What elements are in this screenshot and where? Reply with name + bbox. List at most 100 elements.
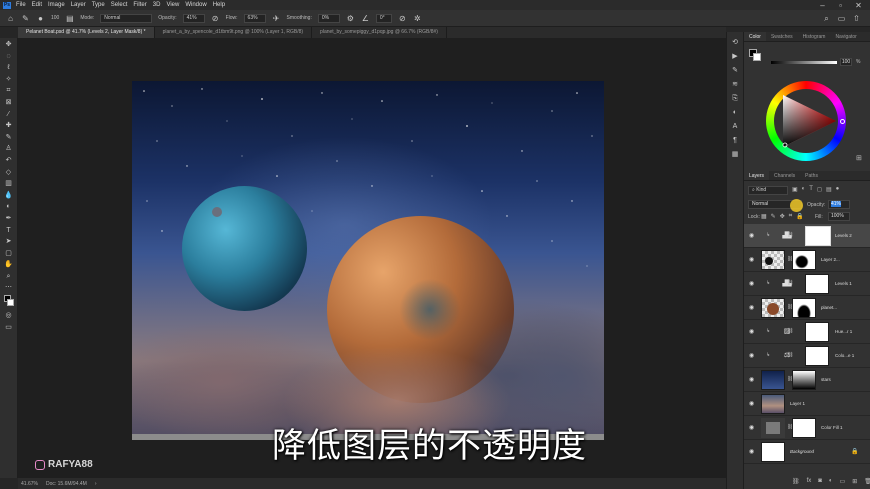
eyedropper-tool-icon[interactable]: ⁄ xyxy=(4,110,14,120)
libraries-icon[interactable]: ▦ xyxy=(731,150,740,159)
menu-layer[interactable]: Layer xyxy=(71,2,86,8)
layer-row-background[interactable]: ◉ Background 🔒 xyxy=(744,440,870,464)
smart-object-filter-icon[interactable]: ▤ xyxy=(826,186,832,193)
document-canvas[interactable] xyxy=(132,81,604,440)
clone-source-icon[interactable]: ⎘ xyxy=(731,94,740,103)
brightness-slider[interactable] xyxy=(771,61,837,64)
layer-mask-thumbnail[interactable] xyxy=(792,418,816,438)
mask-link-icon[interactable]: ⛓ xyxy=(787,280,793,286)
blur-tool-icon[interactable]: 💧 xyxy=(4,191,14,201)
flow-input[interactable]: 63% xyxy=(243,13,266,23)
shape-tool-icon[interactable]: ▢ xyxy=(4,249,14,259)
tab-layers[interactable]: Layers xyxy=(744,171,770,180)
crop-tool-icon[interactable]: ⌗ xyxy=(4,86,14,96)
zoom-level[interactable]: 41.67% xyxy=(21,481,38,487)
quick-mask-icon[interactable]: ◎ xyxy=(4,311,14,321)
menu-image[interactable]: Image xyxy=(48,2,65,8)
layer-opacity-input[interactable]: 41% xyxy=(828,200,850,209)
visibility-eye-icon[interactable]: ◉ xyxy=(749,352,754,359)
search-icon[interactable]: ⌕ xyxy=(822,14,831,23)
lock-all-icon[interactable]: 🔒 xyxy=(796,213,803,220)
layer-name[interactable]: Background xyxy=(790,449,814,454)
layer-row-hue-sat[interactable]: ◉ ↳ ▨ ⛓ Hue...r 1 xyxy=(744,320,870,344)
menu-select[interactable]: Select xyxy=(111,2,128,8)
layer-name[interactable]: Layer 2... xyxy=(821,257,840,262)
layer-thumbnail[interactable] xyxy=(761,370,785,390)
layer-style-icon[interactable]: fx xyxy=(807,478,812,485)
layer-name[interactable]: Levels 2 xyxy=(835,233,852,238)
tab-swatches[interactable]: Swatches xyxy=(766,32,798,41)
layer-name[interactable]: planet... xyxy=(821,305,837,310)
menu-file[interactable]: File xyxy=(16,2,26,8)
tab-pelanet-boat[interactable]: Pelanet Boat.psd @ 41.7% (Levels 2, Laye… xyxy=(18,27,155,38)
color-swatches-icon[interactable] xyxy=(3,295,14,309)
layer-mask-thumbnail[interactable] xyxy=(792,250,816,270)
status-arrow-icon[interactable]: › xyxy=(95,481,97,487)
lasso-tool-icon[interactable]: ℓ xyxy=(4,63,14,73)
brightness-input[interactable]: 100 xyxy=(840,58,852,66)
visibility-eye-icon[interactable]: ◉ xyxy=(749,328,754,335)
visibility-eye-icon[interactable]: ◉ xyxy=(749,400,754,407)
fill-input[interactable]: 100% xyxy=(828,212,850,221)
paragraph-icon[interactable]: ¶ xyxy=(731,136,740,145)
brushes-icon[interactable]: ≋ xyxy=(731,80,740,89)
pen-tool-icon[interactable]: ✒ xyxy=(4,214,14,224)
menu-type[interactable]: Type xyxy=(92,2,105,8)
layer-mask-thumbnail[interactable] xyxy=(805,322,829,342)
layer-mask-thumbnail[interactable] xyxy=(792,298,816,318)
visibility-eye-icon[interactable]: ◉ xyxy=(749,280,754,287)
layer-thumbnail[interactable] xyxy=(761,394,785,414)
expand-icon[interactable]: ⊞ xyxy=(856,154,862,162)
tab-paths[interactable]: Paths xyxy=(800,171,823,180)
type-tool-icon[interactable]: T xyxy=(4,226,14,236)
gradient-tool-icon[interactable]: ▥ xyxy=(4,179,14,189)
tab-color[interactable]: Color xyxy=(744,32,766,41)
dodge-tool-icon[interactable]: ◐ xyxy=(4,202,14,212)
lock-icon[interactable]: 🔒 xyxy=(851,448,858,455)
layer-thumbnail[interactable] xyxy=(761,250,785,270)
tab-histogram[interactable]: Histogram xyxy=(798,32,831,41)
link-layers-icon[interactable]: ⛓ xyxy=(792,478,800,485)
path-select-tool-icon[interactable]: ➤ xyxy=(4,237,14,247)
share-icon[interactable]: ⇧ xyxy=(852,14,861,23)
brush-preset-icon[interactable]: ● xyxy=(36,14,45,23)
healing-tool-icon[interactable]: ✚ xyxy=(4,121,14,131)
add-mask-icon[interactable]: ◙ xyxy=(818,478,822,485)
layer-thumbnail[interactable] xyxy=(761,442,785,462)
airbrush-icon[interactable]: ✈ xyxy=(272,14,281,23)
mask-link-icon[interactable]: ⛓ xyxy=(787,232,793,238)
shape-filter-icon[interactable]: ◻ xyxy=(817,186,822,193)
eraser-tool-icon[interactable]: ◇ xyxy=(4,168,14,178)
visibility-eye-icon[interactable]: ◉ xyxy=(749,376,754,383)
layer-row-layer-1[interactable]: ◉ Layer 1 xyxy=(744,392,870,416)
new-adjustment-icon[interactable]: ◐ xyxy=(829,478,833,485)
adjustments-icon[interactable]: ◐ xyxy=(731,108,740,117)
brush-tool-icon[interactable]: ✎ xyxy=(21,14,30,23)
layer-row-color-fill-1[interactable]: ◉ ⛓ Color Fill 1 xyxy=(744,416,870,440)
menu-edit[interactable]: Edit xyxy=(32,2,42,8)
visibility-eye-icon[interactable]: ◉ xyxy=(749,424,754,431)
move-tool-icon[interactable]: ✥ xyxy=(4,40,14,50)
background-color-swatch[interactable] xyxy=(753,53,761,61)
menu-filter[interactable]: Filter xyxy=(133,2,146,8)
new-group-icon[interactable]: ▭ xyxy=(840,478,846,485)
layer-mask-thumbnail[interactable] xyxy=(805,274,829,294)
menu-view[interactable]: View xyxy=(166,2,179,8)
visibility-eye-icon[interactable]: ◉ xyxy=(749,256,754,263)
layer-mask-thumbnail[interactable] xyxy=(805,346,829,366)
layer-name[interactable]: stars xyxy=(821,377,831,382)
mask-link-icon[interactable]: ⛓ xyxy=(787,328,793,334)
layer-name[interactable]: Colo...e 1 xyxy=(835,353,854,358)
layer-thumbnail[interactable] xyxy=(761,298,785,318)
pressure-size-icon[interactable]: ⊘ xyxy=(398,14,407,23)
visibility-eye-icon[interactable]: ◉ xyxy=(749,232,754,239)
menu-help[interactable]: Help xyxy=(213,2,225,8)
history-icon[interactable]: ⟲ xyxy=(731,38,740,47)
symmetry-icon[interactable]: ✲ xyxy=(413,14,422,23)
layer-filter-kind[interactable]: ⌕ Kind xyxy=(748,186,788,195)
mode-select[interactable]: Normal xyxy=(100,13,153,23)
workspace-icon[interactable]: ▭ xyxy=(837,14,846,23)
history-brush-tool-icon[interactable]: ↶ xyxy=(4,156,14,166)
marquee-tool-icon[interactable]: ◌ xyxy=(4,52,14,62)
menu-window[interactable]: Window xyxy=(185,2,206,8)
